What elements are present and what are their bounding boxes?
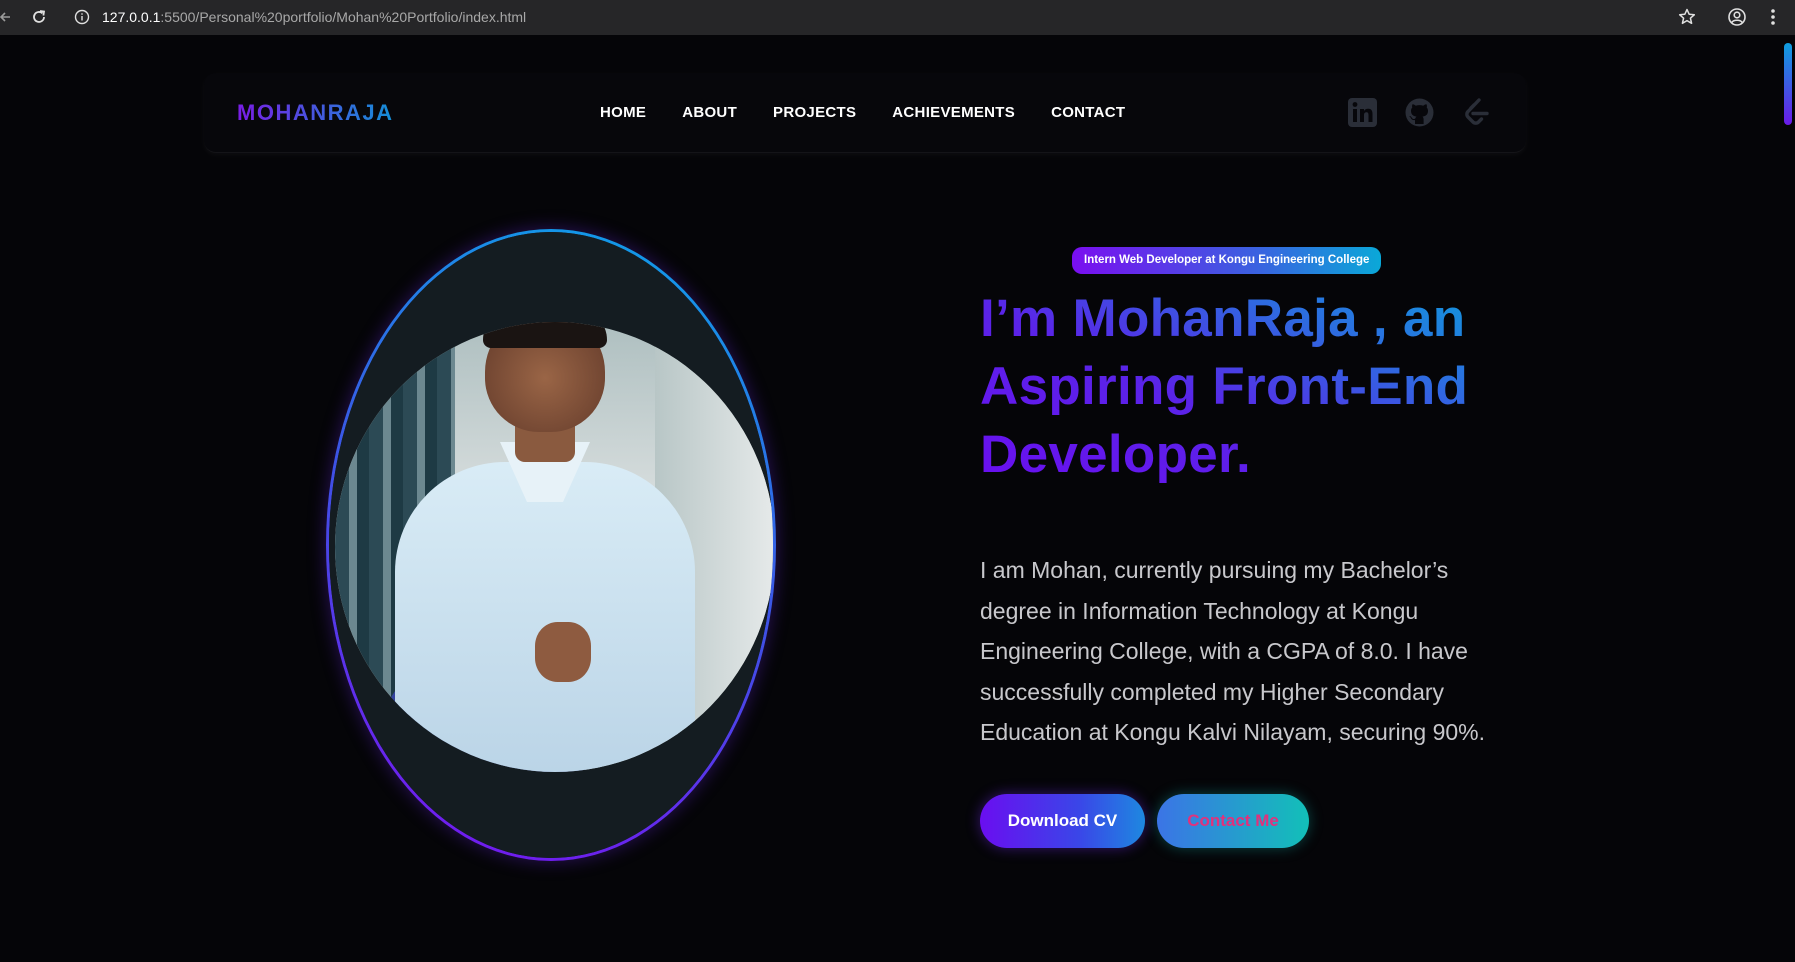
- leetcode-icon[interactable]: [1461, 97, 1492, 128]
- back-arrow-icon[interactable]: [0, 8, 12, 26]
- social-links: [1347, 97, 1492, 128]
- profile-icon[interactable]: [1727, 7, 1747, 27]
- hero-headline: I’m MohanRaja , an Aspiring Front-End De…: [980, 285, 1540, 489]
- nav-link-home[interactable]: HOME: [600, 104, 646, 121]
- profile-photo: [335, 322, 773, 772]
- nav-link-contact[interactable]: CONTACT: [1051, 104, 1125, 121]
- hero-bio: I am Mohan, currently pursuing my Bachel…: [980, 557, 1486, 746]
- url-host: 127.0.0.1: [102, 9, 161, 25]
- contact-me-button[interactable]: Contact Me: [1157, 794, 1309, 848]
- role-badge: Intern Web Developer at Kongu Engineerin…: [1072, 247, 1382, 274]
- photo-shirt: [395, 462, 695, 772]
- nav-link-about[interactable]: ABOUT: [682, 104, 737, 121]
- nav-link-achievements[interactable]: ACHIEVEMENTS: [892, 104, 1015, 121]
- nav-links: HOME ABOUT PROJECTS ACHIEVEMENTS CONTACT: [600, 104, 1125, 121]
- download-cv-button[interactable]: Download CV: [980, 794, 1145, 848]
- browser-toolbar: 127.0.0.1:5500/Personal%20portfolio/Moha…: [0, 0, 1795, 35]
- photo-hand: [535, 622, 591, 682]
- site-logo[interactable]: MOHANRAJA: [237, 100, 394, 126]
- profile-photo-frame: [326, 229, 776, 861]
- photo-hair: [483, 322, 607, 348]
- linkedin-icon[interactable]: [1347, 97, 1378, 128]
- kebab-menu-icon[interactable]: [1766, 7, 1780, 27]
- portfolio-page: MOHANRAJA HOME ABOUT PROJECTS ACHIEVEMEN…: [0, 35, 1795, 962]
- address-bar[interactable]: 127.0.0.1:5500/Personal%20portfolio/Moha…: [102, 9, 526, 25]
- top-navbar: MOHANRAJA HOME ABOUT PROJECTS ACHIEVEMEN…: [204, 73, 1526, 153]
- nav-link-projects[interactable]: PROJECTS: [773, 104, 856, 121]
- bookmark-star-icon[interactable]: [1677, 7, 1697, 27]
- site-info-icon[interactable]: [74, 9, 90, 25]
- github-icon[interactable]: [1404, 97, 1435, 128]
- url-path: :5500/Personal%20portfolio/Mohan%20Portf…: [160, 9, 527, 25]
- scrollbar-thumb[interactable]: [1784, 43, 1792, 125]
- reload-icon[interactable]: [30, 8, 48, 26]
